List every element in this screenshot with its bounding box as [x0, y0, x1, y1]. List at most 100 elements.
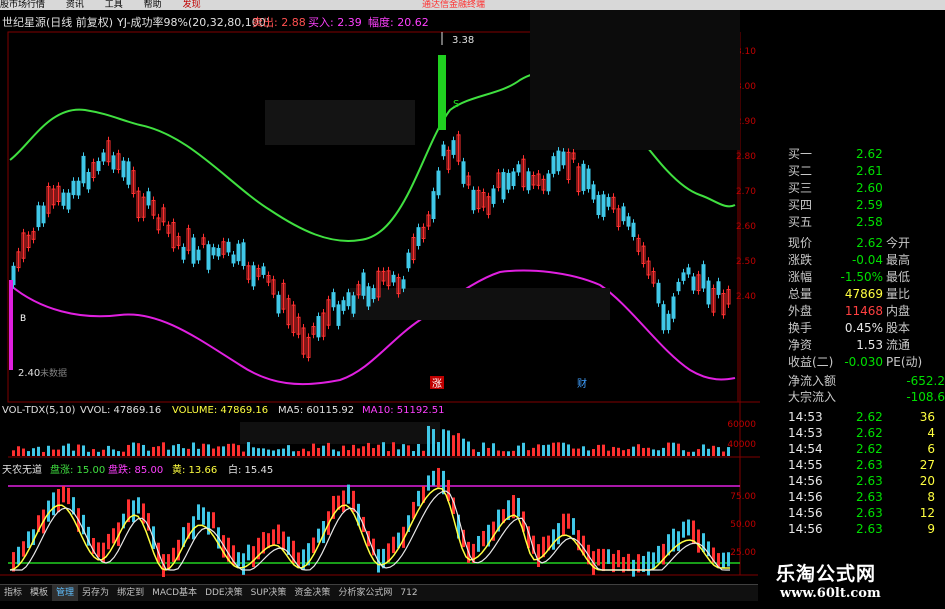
tab-7[interactable]: SUP决策	[247, 585, 291, 601]
menu-item-market[interactable]: 股市场行情	[0, 0, 45, 10]
oscillator-bar	[432, 470, 435, 486]
candle-body	[366, 286, 371, 307]
tianyi-axis-label: 75.00	[730, 492, 756, 502]
volume-bar	[392, 442, 395, 456]
candle-body	[66, 192, 71, 210]
volume-bar	[87, 451, 90, 456]
oscillator-bar	[137, 497, 140, 514]
indicator-name: YJ-成功率98%(20,32,80,100)	[116, 15, 270, 29]
bid-price: 2.62	[856, 147, 883, 161]
tab-0[interactable]: 指标	[0, 585, 26, 601]
candle-body	[441, 144, 446, 157]
oscillator-bar	[342, 490, 345, 513]
overlay-mask	[240, 422, 440, 444]
oscillator-bar	[392, 536, 395, 554]
oscillator-bar	[97, 542, 100, 558]
oscillator-bar	[482, 530, 485, 547]
oscillator-bar	[312, 537, 315, 554]
tick-time: 14:56	[788, 522, 823, 536]
tab-9[interactable]: 分析家公式网	[334, 585, 396, 601]
volume-bar	[427, 425, 430, 456]
high-marker: 3.38	[452, 35, 474, 46]
volume-bar	[272, 450, 275, 456]
candle-body	[526, 171, 531, 191]
tab-1[interactable]: 模板	[26, 585, 52, 601]
volume-bar	[122, 451, 125, 456]
tick-volume: 27	[919, 458, 935, 472]
menu-item-discover[interactable]: 发现	[183, 0, 201, 10]
event-fin-label[interactable]: 财	[577, 377, 587, 390]
oscillator-bar	[212, 512, 215, 529]
candle-body	[501, 172, 506, 200]
oscillator-bar	[687, 519, 690, 536]
volume-bar	[677, 443, 680, 456]
candle-body	[436, 170, 441, 196]
volume-bar	[307, 451, 310, 456]
volume-bar	[202, 443, 205, 456]
candle-body	[591, 184, 596, 200]
volume-bar	[347, 450, 350, 456]
bid-row: 买二 2.61	[760, 163, 945, 179]
menu-item-news[interactable]: 资讯	[66, 0, 84, 10]
volume-bar	[447, 430, 450, 456]
stat-label: 涨跌	[788, 253, 813, 267]
menu-item-tools[interactable]: 工具	[105, 0, 123, 10]
tab-10[interactable]: 712	[396, 585, 421, 601]
tick-time: 14:54	[788, 442, 823, 456]
bid-price: 2.59	[856, 198, 883, 212]
candle-body	[111, 155, 116, 170]
stock-chart[interactable]: 世纪星源(日线 前复权) YJ-成功率98%(20,32,80,100) 卖出:…	[0, 10, 760, 580]
stat-value: -0.04	[851, 253, 883, 267]
volume-bar	[682, 450, 685, 456]
tick-time: 14:53	[788, 410, 823, 424]
stat-extra: PE(动)	[886, 355, 923, 369]
volume-bar	[102, 449, 105, 456]
tick-row: 14:56 2.63 9	[760, 521, 945, 537]
tab-2[interactable]: 管理	[52, 585, 79, 601]
huang-label: 黄: 13.66	[172, 463, 217, 476]
volume-bar	[597, 444, 600, 456]
tab-6[interactable]: DDE决策	[201, 585, 247, 601]
volume-bar	[707, 448, 710, 456]
candle-body	[431, 191, 436, 219]
volume-bar	[387, 451, 390, 456]
volume-bar	[72, 450, 75, 456]
candle-body	[471, 189, 476, 211]
panzhang-label: 盘涨: 15.00	[50, 463, 105, 476]
stat-extra: 量比	[886, 287, 911, 301]
volume-bar	[412, 451, 415, 456]
volume-bar	[697, 449, 700, 456]
volume-bar	[197, 448, 200, 456]
volume-bar	[17, 446, 20, 456]
candle-body	[621, 206, 626, 222]
oscillator-bar	[172, 547, 175, 562]
oscillator-bars	[12, 467, 730, 578]
menu-item-help[interactable]: 帮助	[144, 0, 162, 10]
bid-label: 买二	[788, 164, 813, 178]
volume-bar	[437, 441, 440, 456]
volume-bar	[322, 445, 325, 456]
signal-bar	[438, 55, 446, 130]
tianyi-axis-label: 50.00	[730, 520, 756, 530]
oscillator-bar	[347, 484, 350, 504]
stat-value: 0.45%	[844, 321, 883, 335]
stat-value: -1.50%	[840, 270, 883, 284]
candle-body	[701, 264, 706, 289]
price-axis-label: 2.70	[736, 187, 756, 197]
bid-row: 买四 2.59	[760, 197, 945, 213]
stat-value: -0.030	[844, 355, 883, 369]
volume-bar	[627, 449, 630, 456]
stat-value: 47869	[844, 287, 883, 301]
ma10-label: MA10: 51192.51	[362, 405, 444, 416]
volume-bar	[547, 444, 550, 456]
tab-3[interactable]: 另存为	[78, 585, 113, 601]
tab-5[interactable]: MACD基本	[148, 585, 201, 601]
candle-body	[516, 164, 521, 173]
tab-8[interactable]: 资金决策	[290, 585, 334, 601]
volume-bar	[672, 442, 675, 456]
candle-body	[546, 173, 551, 192]
stat-row: 总量 47869 量比	[760, 286, 945, 302]
tab-4[interactable]: 绑定到	[113, 585, 148, 601]
candle-body	[41, 205, 46, 224]
oscillator-bar	[112, 528, 115, 544]
